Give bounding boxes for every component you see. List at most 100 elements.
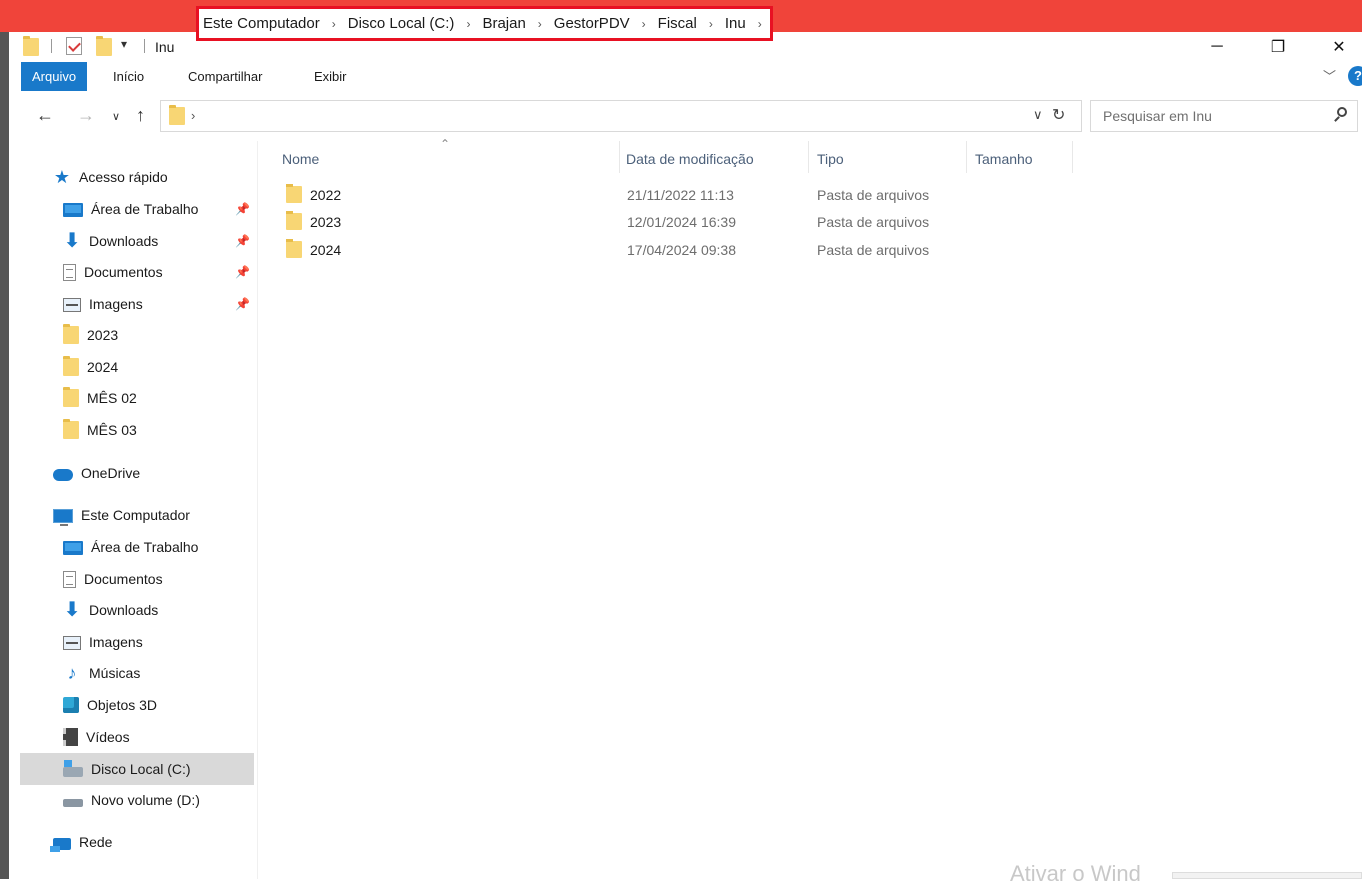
folder-icon — [286, 184, 302, 203]
close-button[interactable]: ✕ — [1319, 35, 1359, 59]
nav-this-pc[interactable]: Este Computador — [53, 502, 190, 528]
nav-quick-mes-03[interactable]: MÊS 03 — [63, 417, 137, 443]
nav-pc-3d-objects[interactable]: Objetos 3D — [63, 692, 157, 718]
nav-pc-documents[interactable]: Documentos — [63, 566, 163, 592]
file-row[interactable]: 2023 12/01/2024 16:39 Pasta de arquivos — [282, 210, 982, 236]
file-row[interactable]: 2024 17/04/2024 09:38 Pasta de arquivos — [282, 238, 982, 264]
column-header-date[interactable]: Data de modificação — [626, 149, 754, 175]
chevron-right-icon[interactable]: › — [709, 17, 713, 31]
tab-compartilhar[interactable]: Compartilhar — [188, 62, 262, 91]
folder-icon — [286, 211, 302, 230]
nav-quick-2024[interactable]: 2024 — [63, 354, 118, 380]
nav-network[interactable]: Rede — [50, 829, 113, 855]
column-header-type[interactable]: Tipo — [817, 149, 844, 175]
file-modified: 12/01/2024 16:39 — [627, 214, 736, 230]
nav-onedrive[interactable]: OneDrive — [53, 460, 140, 486]
column-divider[interactable] — [619, 141, 620, 173]
new-folder-icon[interactable] — [96, 36, 112, 56]
column-divider[interactable] — [808, 141, 809, 173]
pin-icon[interactable]: 📌 — [235, 297, 250, 311]
column-header-name[interactable]: Nome — [282, 149, 319, 175]
file-type: Pasta de arquivos — [817, 187, 930, 203]
nav-quick-images[interactable]: Imagens — [63, 291, 143, 317]
network-icon — [50, 837, 71, 852]
nav-pc-images[interactable]: Imagens — [63, 629, 143, 655]
breadcrumb-gestorpdv[interactable]: GestorPDV — [554, 15, 630, 32]
pin-icon[interactable]: 📌 — [235, 234, 250, 248]
nav-label: Objetos 3D — [87, 697, 158, 713]
star-icon: ★ — [53, 167, 71, 187]
nav-label: 2023 — [87, 327, 119, 343]
video-icon — [63, 728, 78, 746]
expand-ribbon-chevron-icon[interactable]: ﹀ — [1323, 66, 1336, 85]
chevron-right-icon[interactable]: › — [332, 17, 336, 31]
horizontal-scrollbar[interactable] — [1172, 872, 1362, 879]
column-divider[interactable] — [966, 141, 967, 173]
nav-pc-desktop[interactable]: Área de Trabalho — [63, 534, 198, 560]
navigation-pane: ★ Acesso rápido Área de Trabalho 📌 ⬇ Dow… — [9, 141, 258, 879]
nav-label: Documentos — [84, 571, 163, 587]
nav-label: Downloads — [89, 602, 159, 618]
nav-label: Área de Trabalho — [91, 539, 199, 555]
nav-pc-music[interactable]: ♪ Músicas — [63, 660, 141, 686]
refresh-icon[interactable]: ↻ — [1052, 105, 1065, 125]
file-row[interactable]: 2022 21/11/2022 11:13 Pasta de arquivos — [282, 183, 982, 209]
nav-quick-desktop[interactable]: Área de Trabalho — [63, 196, 198, 222]
chevron-right-icon[interactable]: › — [466, 17, 470, 31]
computer-icon — [53, 508, 73, 526]
window-title: Inu — [155, 39, 175, 55]
address-bar[interactable]: › — [160, 100, 1082, 132]
chevron-right-icon[interactable]: › — [538, 17, 542, 31]
back-arrow-icon[interactable]: ← — [36, 105, 54, 126]
quick-access-dropdown-icon[interactable]: ▾ — [121, 37, 127, 51]
nav-label: OneDrive — [81, 465, 141, 481]
download-icon: ⬇ — [63, 599, 81, 621]
nav-quick-access[interactable]: ★ Acesso rápido — [53, 164, 168, 190]
column-header-size[interactable]: Tamanho — [975, 149, 1033, 175]
nav-pc-videos[interactable]: Vídeos — [63, 724, 130, 750]
chevron-right-icon[interactable]: › — [642, 17, 646, 31]
drive-icon — [63, 760, 83, 777]
nav-label: MÊS 02 — [87, 390, 137, 406]
image-icon — [63, 636, 81, 650]
search-input[interactable] — [1101, 107, 1325, 125]
breadcrumb-brajan[interactable]: Brajan — [482, 15, 525, 32]
nav-quick-mes-02[interactable]: MÊS 02 — [63, 385, 137, 411]
folder-icon — [286, 239, 302, 258]
nav-pc-local-disk-c[interactable]: Disco Local (C:) — [20, 753, 254, 785]
chevron-right-icon[interactable]: › — [758, 17, 762, 31]
pin-icon[interactable]: 📌 — [235, 202, 250, 216]
nav-quick-downloads[interactable]: ⬇ Downloads — [63, 228, 159, 254]
nav-pc-volume-d[interactable]: Novo volume (D:) — [63, 787, 200, 813]
nav-label: MÊS 03 — [87, 422, 137, 438]
tab-arquivo[interactable]: Arquivo — [21, 62, 88, 91]
minimize-button[interactable]: ─ — [1197, 35, 1237, 59]
nav-pc-downloads[interactable]: ⬇ Downloads — [63, 597, 159, 623]
separator — [144, 39, 145, 53]
breadcrumb-este-computador[interactable]: Este Computador — [203, 15, 320, 32]
tab-inicio[interactable]: Início — [113, 62, 144, 91]
help-icon[interactable]: ? — [1348, 66, 1362, 86]
breadcrumb-inu[interactable]: Inu — [725, 15, 746, 32]
nav-quick-2023[interactable]: 2023 — [63, 322, 118, 348]
nav-label: Rede — [79, 834, 113, 850]
column-divider[interactable] — [1072, 141, 1073, 173]
maximize-button[interactable]: ❐ — [1258, 35, 1298, 59]
tab-exibir[interactable]: Exibir — [314, 62, 347, 91]
breadcrumb-fiscal[interactable]: Fiscal — [658, 15, 697, 32]
activation-watermark: Ativar o Wind — [1010, 861, 1141, 886]
search-box[interactable] — [1090, 100, 1358, 132]
file-name: 2022 — [310, 187, 342, 203]
image-icon — [63, 298, 81, 312]
folder-icon — [169, 105, 185, 125]
address-history-chevron-icon[interactable]: ∨ — [1033, 107, 1043, 123]
forward-arrow-icon[interactable]: → — [77, 105, 95, 126]
breadcrumb-root-chevron-icon[interactable]: › — [191, 108, 195, 123]
pin-icon[interactable]: 📌 — [235, 265, 250, 279]
nav-quick-documents[interactable]: Documentos — [63, 259, 163, 285]
search-icon[interactable] — [1337, 107, 1347, 117]
properties-check-icon[interactable] — [66, 37, 82, 55]
breadcrumb-disco-local[interactable]: Disco Local (C:) — [348, 15, 455, 32]
recent-locations-chevron-icon[interactable]: ∨ — [112, 110, 120, 123]
up-arrow-icon[interactable]: ↑ — [136, 105, 145, 126]
